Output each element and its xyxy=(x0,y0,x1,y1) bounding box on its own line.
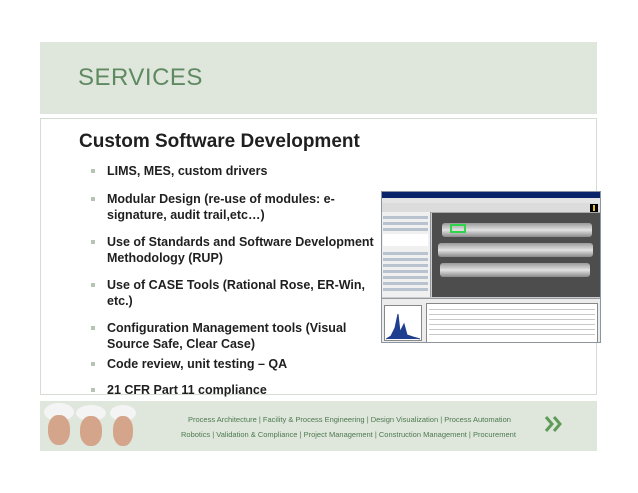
bullet-item: Use of Standards and Software Developmen… xyxy=(91,234,381,266)
bullet-text: Code review, unit testing – QA xyxy=(107,357,288,371)
footer-services-line-2: Robotics | Validation & Compliance | Pro… xyxy=(181,430,516,439)
inspection-image xyxy=(432,213,600,297)
software-screenshot xyxy=(381,191,601,343)
slide-title: SERVICES xyxy=(78,64,203,91)
bullet-item: Modular Design (re-use of modules: e-sig… xyxy=(91,191,381,223)
bullet-item: Use of CASE Tools (Rational Rose, ER-Win… xyxy=(91,277,381,309)
bullet-square-icon xyxy=(91,326,95,330)
bullet-text: Use of CASE Tools (Rational Rose, ER-Win… xyxy=(107,278,366,308)
content-box: Custom Software Development LIMS, MES, c… xyxy=(40,118,601,398)
bullet-item: 21 CFR Part 11 compliance xyxy=(91,382,381,398)
bullet-text: LIMS, MES, custom drivers xyxy=(107,164,268,178)
bullet-text: 21 CFR Part 11 compliance xyxy=(107,383,267,397)
bullet-text: Modular Design (re-use of modules: e-sig… xyxy=(107,192,335,222)
vendor-logo-icon xyxy=(590,204,598,212)
bullet-item: Configuration Management tools (Visual S… xyxy=(91,320,381,352)
engineers-photo xyxy=(40,401,140,451)
region-of-interest xyxy=(450,224,466,233)
bullet-square-icon xyxy=(91,283,95,287)
bullet-square-icon xyxy=(91,169,95,173)
histogram-panel xyxy=(384,305,422,341)
window-results-panel xyxy=(382,298,600,342)
bullet-item: Code review, unit testing – QA xyxy=(91,356,381,372)
bullet-text: Use of Standards and Software Developmen… xyxy=(107,235,374,265)
double-chevron-logo-icon xyxy=(543,414,565,434)
bullet-square-icon xyxy=(91,362,95,366)
results-table xyxy=(426,303,598,342)
bullet-text: Configuration Management tools (Visual S… xyxy=(107,321,347,351)
header-band: SERVICES xyxy=(40,42,597,114)
section-heading: Custom Software Development xyxy=(79,131,360,152)
footer-band: Process Architecture | Facility & Proces… xyxy=(40,401,597,451)
bullet-square-icon xyxy=(91,197,95,201)
bullet-square-icon xyxy=(91,388,95,392)
footer-services-line-1: Process Architecture | Facility & Proces… xyxy=(188,415,511,424)
window-sidebar xyxy=(382,212,431,297)
bullet-item: LIMS, MES, custom drivers xyxy=(91,163,381,179)
bullet-square-icon xyxy=(91,240,95,244)
